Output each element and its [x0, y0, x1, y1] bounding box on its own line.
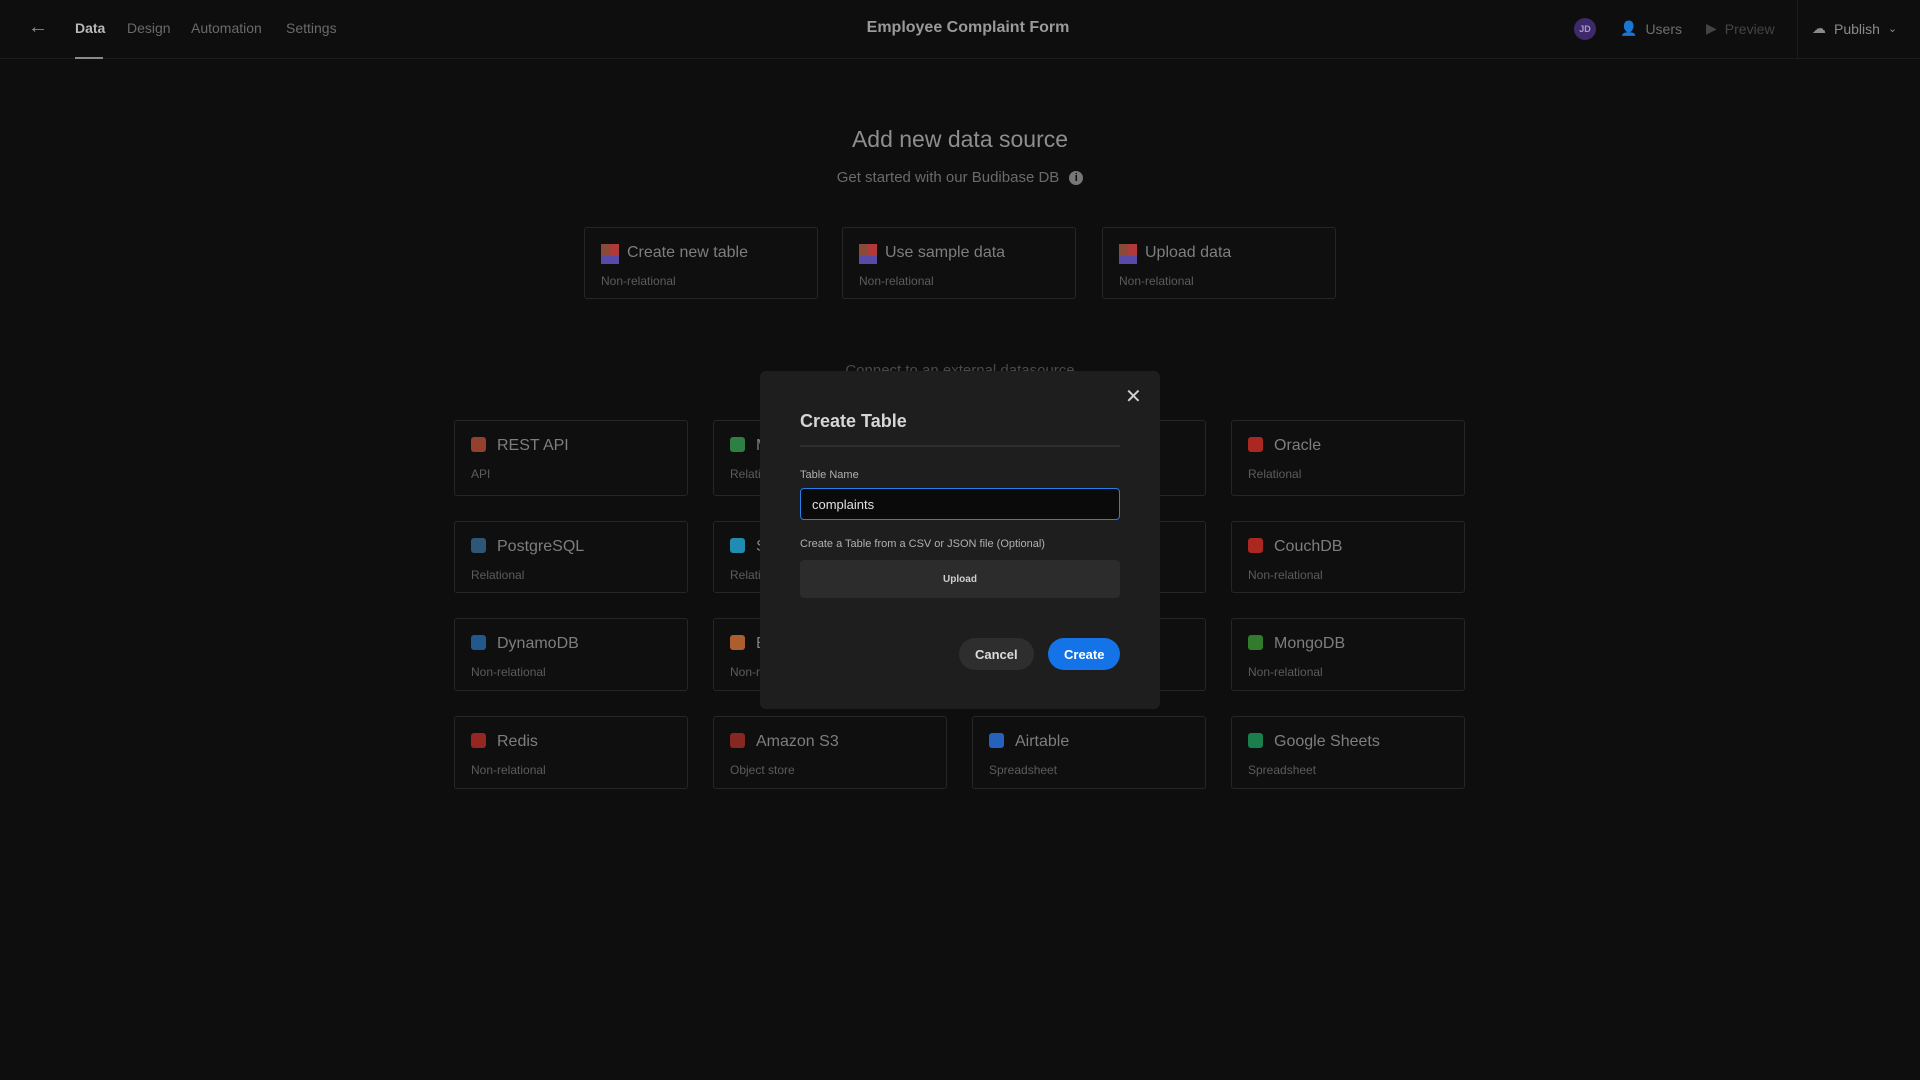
datasource-type: API — [471, 467, 491, 481]
datasource-card[interactable]: Amazon S3 Object store — [713, 716, 947, 789]
budibase-icon — [859, 244, 877, 264]
datasource-type: Spreadsheet — [989, 763, 1058, 777]
datasource-type: Non-relational — [471, 763, 546, 777]
datasource-type: Non-relational — [601, 274, 676, 288]
modal-title: Create Table — [800, 411, 907, 431]
snowflake-icon — [730, 538, 745, 553]
datasource-type: Non-relational — [1119, 274, 1194, 288]
datasource-type: Relational — [471, 568, 525, 582]
divider — [1797, 0, 1798, 59]
modal-divider — [800, 445, 1120, 447]
datasource-type: Non-relational — [471, 665, 546, 679]
datasource-card[interactable]: Use sample data Non-relational — [842, 227, 1076, 299]
datasource-name: Airtable — [1015, 733, 1070, 750]
page-subtitle: Get started with our Budibase DB i — [0, 169, 1920, 186]
budibase-icon — [1119, 244, 1137, 264]
datasource-card[interactable]: Oracle Relational — [1231, 420, 1465, 496]
datasource-card[interactable]: Redis Non-relational — [454, 716, 688, 789]
datasource-name: Upload data — [1145, 244, 1232, 261]
publish-button[interactable]: ☁ Publish ⌄ — [1812, 20, 1897, 37]
users-icon: 👤 — [1620, 20, 1638, 36]
upload-button[interactable]: Upload — [800, 560, 1120, 598]
elasticsearch-icon — [730, 635, 745, 650]
close-icon[interactable]: ✕ — [1125, 384, 1142, 409]
datasource-name: Use sample data — [885, 244, 1006, 261]
subtitle-text: Get started with our Budibase DB — [836, 169, 1060, 186]
datasource-type: Non-relational — [1248, 568, 1323, 582]
preview-label: Preview — [1724, 20, 1775, 37]
redis-icon — [471, 733, 486, 748]
datasource-card[interactable]: REST API API — [454, 420, 688, 496]
publish-label: Publish — [1834, 20, 1880, 37]
datasource-type: Non-relational — [859, 274, 934, 288]
datasource-name: MongoDB — [1274, 635, 1346, 652]
datasource-name: Create new table — [627, 244, 748, 261]
datasource-name: Oracle — [1274, 437, 1322, 454]
table-name-label: Table Name — [800, 469, 859, 481]
datasource-name: DynamoDB — [497, 635, 579, 652]
play-icon: ▶ — [1706, 20, 1717, 36]
google-sheets-icon — [1248, 733, 1263, 748]
postgresql-icon — [471, 538, 486, 553]
datasource-card[interactable]: CouchDB Non-relational — [1231, 521, 1465, 593]
rest-api-icon — [471, 437, 486, 452]
oracle-icon — [1248, 437, 1263, 452]
budibase-icon — [601, 244, 619, 264]
datasource-type: Spreadsheet — [1248, 763, 1317, 777]
datasource-type: Non-relational — [1248, 665, 1323, 679]
mssql-icon — [730, 437, 745, 452]
active-tab-indicator — [75, 57, 103, 59]
create-table-modal: ✕ Create Table Table Name Create a Table… — [760, 371, 1160, 709]
users-label: Users — [1645, 20, 1682, 37]
create-button[interactable]: Create — [1048, 638, 1120, 670]
publish-icon: ☁ — [1812, 20, 1826, 36]
datasource-name: Google Sheets — [1274, 733, 1380, 750]
datasource-card[interactable]: DynamoDB Non-relational — [454, 618, 688, 691]
datasource-card[interactable]: Airtable Spreadsheet — [972, 716, 1206, 789]
users-button[interactable]: 👤 Users — [1620, 20, 1682, 37]
datasource-name: Redis — [497, 733, 538, 750]
couchdb-icon — [1248, 538, 1263, 553]
info-icon[interactable]: i — [1069, 170, 1084, 185]
datasource-name: Amazon S3 — [756, 733, 839, 750]
cancel-button[interactable]: Cancel — [959, 638, 1034, 670]
datasource-name: REST API — [497, 437, 569, 454]
dynamodb-icon — [471, 635, 486, 650]
mongodb-icon — [1248, 635, 1263, 650]
datasource-name: CouchDB — [1274, 538, 1343, 555]
datasource-name: PostgreSQL — [497, 538, 585, 555]
datasource-type: Relational — [1248, 467, 1302, 481]
datasource-card[interactable]: MongoDB Non-relational — [1231, 618, 1465, 691]
datasource-card[interactable]: Create new table Non-relational — [584, 227, 818, 299]
amazon-s3-icon — [730, 733, 745, 748]
table-name-input[interactable] — [800, 488, 1120, 520]
datasource-card[interactable]: Upload data Non-relational — [1102, 227, 1336, 299]
datasource-card[interactable]: Google Sheets Spreadsheet — [1231, 716, 1465, 789]
datasource-type: Object store — [730, 763, 795, 777]
airtable-icon — [989, 733, 1004, 748]
file-upload-label: Create a Table from a CSV or JSON file (… — [800, 538, 1045, 550]
page-title: Add new data source — [851, 126, 1069, 152]
preview-button[interactable]: ▶ Preview — [1706, 20, 1775, 37]
avatar[interactable]: JD — [1574, 18, 1596, 40]
top-bar: ← Data Design Automation Settings Employ… — [0, 0, 1920, 59]
datasource-card[interactable]: PostgreSQL Relational — [454, 521, 688, 593]
chevron-down-icon[interactable]: ⌄ — [1888, 22, 1897, 35]
